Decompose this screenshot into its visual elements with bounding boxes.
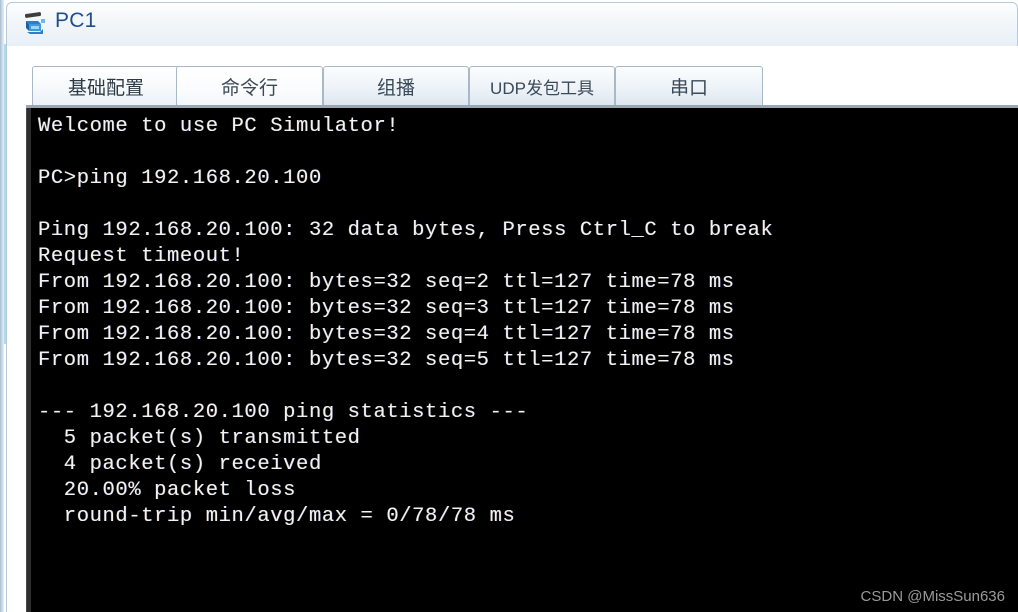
terminal-line: PC>ping 192.168.20.100 — [38, 167, 322, 190]
tab-multicast-label: 组播 — [376, 77, 415, 99]
tab-basic-config-label: 基础配置 — [67, 77, 144, 99]
tab-serial-port-label: 串口 — [669, 77, 708, 99]
pc1-console-window: PC1 基础配置 命令行 组播 UDP发包工具 串口 Welcome to us… — [0, 0, 1018, 612]
window-title-bar: PC1 — [6, 2, 1018, 46]
terminal-line: Request timeout! — [38, 245, 245, 268]
tab-basic-config[interactable]: 基础配置 — [32, 66, 180, 106]
terminal-line: Welcome to use PC Simulator! — [38, 115, 400, 138]
tab-multicast[interactable]: 组播 — [323, 66, 469, 106]
tab-command-line[interactable]: 命令行 — [176, 66, 323, 106]
tab-serial-port[interactable]: 串口 — [615, 66, 763, 106]
tab-udp-packet-tool[interactable]: UDP发包工具 — [469, 66, 615, 106]
terminal-left-gutter — [27, 108, 31, 612]
terminal-line: From 192.168.20.100: bytes=32 seq=2 ttl=… — [38, 271, 735, 294]
terminal-line: From 192.168.20.100: bytes=32 seq=4 ttl=… — [38, 323, 735, 346]
terminal-line: 5 packet(s) transmitted — [38, 427, 361, 450]
command-line-terminal[interactable]: Welcome to use PC Simulator! PC>ping 192… — [26, 108, 1018, 612]
terminal-line: Ping 192.168.20.100: 32 data bytes, Pres… — [38, 219, 774, 242]
terminal-line: 20.00% packet loss — [38, 479, 297, 502]
terminal-line: From 192.168.20.100: bytes=32 seq=5 ttl=… — [38, 349, 735, 372]
tab-command-line-label: 命令行 — [220, 77, 278, 99]
tab-strip: 基础配置 命令行 组播 UDP发包工具 串口 — [26, 66, 1018, 108]
terminal-line: round-trip min/avg/max = 0/78/78 ms — [38, 505, 516, 528]
terminal-line: --- 192.168.20.100 ping statistics --- — [38, 401, 529, 424]
terminal-line: From 192.168.20.100: bytes=32 seq=3 ttl=… — [38, 297, 735, 320]
window-title: PC1 — [55, 9, 97, 32]
terminal-line: 4 packet(s) received — [38, 453, 322, 476]
watermark: CSDN @MissSun636 — [860, 588, 1005, 605]
pc-device-icon — [21, 10, 49, 38]
terminal-output: Welcome to use PC Simulator! PC>ping 192… — [38, 114, 1013, 530]
tab-udp-packet-tool-label: UDP发包工具 — [490, 78, 594, 98]
